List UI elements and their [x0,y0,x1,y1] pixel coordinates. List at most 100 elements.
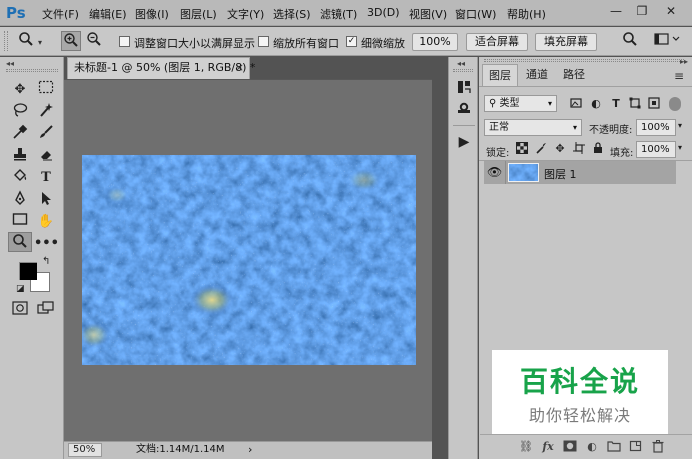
lock-transparent-pixels-icon[interactable] [515,142,529,156]
menu-view[interactable]: 视图(V) [409,6,447,22]
resize-windows-checkbox[interactable] [119,36,130,47]
fill-field[interactable]: 100% [636,141,676,158]
pen-tool-icon[interactable] [8,190,32,210]
delete-layer-icon[interactable] [650,440,666,454]
default-colors-icon[interactable]: ◪ [16,284,25,294]
quick-mask-icon[interactable] [8,301,32,321]
strip-divider [453,125,475,126]
workspace-switcher-icon[interactable] [652,31,682,51]
swap-colors-icon[interactable]: ↰ [42,256,50,267]
panel-gap [432,57,448,459]
filter-toggle-switch[interactable] [669,97,681,111]
filter-smart-object-icon[interactable] [647,97,661,111]
lasso-tool-icon[interactable] [8,102,32,122]
percent-100-button[interactable]: 100% [412,33,458,51]
status-bar: 文档:1.14M/1.14M › [64,441,432,459]
search-icon[interactable] [620,31,640,51]
layer-filter-select[interactable]: ⚲ 类型 ▾ [484,95,557,112]
menu-window[interactable]: 窗口(W) [455,6,496,22]
zoom-level-field[interactable]: 50% [68,443,102,457]
marquee-tool-icon[interactable] [34,80,58,100]
toolbar-grip[interactable] [6,69,58,72]
menu-type[interactable]: 文字(Y) [227,6,264,22]
lock-image-pixels-icon[interactable] [534,142,548,156]
new-group-icon[interactable] [606,440,622,454]
history-panel-icon[interactable] [456,79,472,95]
paint-bucket-tool-icon[interactable] [8,168,32,188]
properties-panel-icon[interactable] [456,99,472,115]
lock-position-icon[interactable]: ✥ [553,142,567,156]
adjustment-layer-icon[interactable]: ◐ [584,440,600,454]
menu-edit[interactable]: 编辑(E) [89,6,127,22]
restore-button[interactable]: ❐ [630,2,654,20]
collapse-strip-icon[interactable]: ◂◂ [457,59,465,68]
tab-channels[interactable]: 通道 [519,64,555,86]
tabs-divider [479,86,692,87]
layer-thumbnail[interactable] [508,163,539,182]
tab-layers[interactable]: 图层 [482,64,518,86]
panel-menu-icon[interactable]: ≡ [674,69,684,83]
lock-all-icon[interactable] [591,142,605,156]
scrubby-zoom-checkbox[interactable]: ✓ [346,36,357,47]
add-mask-icon[interactable] [562,440,578,454]
opacity-field[interactable]: 100% [636,119,676,136]
grip-handle[interactable] [4,31,8,51]
move-tool-icon[interactable]: ✥ [8,80,32,100]
layer-name[interactable]: 图层 1 [544,166,577,182]
collapse-panel-icon[interactable]: ▸▸ [680,57,688,66]
zoom-in-icon[interactable] [61,31,81,51]
close-tab-icon[interactable]: × [235,58,244,78]
menu-image[interactable]: 图像(I) [135,6,169,22]
blend-mode-select[interactable]: 正常 ▾ [484,119,582,136]
type-tool-icon[interactable]: T [34,168,58,188]
fill-dropdown-arrow-icon[interactable]: ▾ [678,143,682,152]
new-layer-icon[interactable] [628,440,644,454]
filter-shape-icon[interactable] [628,97,642,111]
collapse-toolbar-icon[interactable]: ◂◂ [6,59,14,68]
scrubby-zoom-label: 细微缩放 [361,37,405,50]
document-size-info[interactable]: 文档:1.14M/1.14M [136,442,225,458]
strip-grip[interactable] [453,69,473,72]
tool-preset-dropdown-icon[interactable]: ▾ [38,38,42,47]
actions-play-icon[interactable]: ▶ [456,135,472,151]
quick-selection-tool-icon[interactable] [34,102,58,122]
hand-tool-icon[interactable]: ✋ [34,212,58,232]
document-tab[interactable]: 未标题-1 @ 50% (图层 1, RGB/8) * × [67,57,255,79]
menu-filter[interactable]: 滤镜(T) [320,6,357,22]
layer-row[interactable]: 👁 图层 1 [484,161,676,184]
fill-screen-button[interactable]: 填充屏幕 [535,33,597,51]
zoom-out-icon[interactable] [84,31,104,51]
menu-select[interactable]: 选择(S) [273,6,311,22]
fit-screen-button[interactable]: 适合屏幕 [466,33,528,51]
blend-dropdown-arrow-icon: ▾ [572,123,577,132]
stamp-tool-icon[interactable] [8,146,32,166]
visibility-eye-icon[interactable]: 👁 [487,166,502,178]
opacity-dropdown-arrow-icon[interactable]: ▾ [678,121,682,130]
zoom-tool-active-icon[interactable] [8,232,32,252]
filter-adjustment-icon[interactable]: ◐ [589,97,603,111]
more-tools-icon[interactable]: ••• [34,234,59,254]
document-image[interactable] [82,155,416,365]
menu-3d[interactable]: 3D(D) [367,6,400,19]
zoom-tool-icon[interactable] [16,31,36,51]
menu-file[interactable]: 文件(F) [42,6,79,22]
layer-style-fx-icon[interactable]: fx [540,440,556,454]
filter-type-icon[interactable]: T [609,97,623,111]
filter-pixel-icon[interactable] [569,97,583,111]
status-menu-arrow[interactable]: › [248,442,252,458]
zoom-all-windows-checkbox[interactable] [258,36,269,47]
close-window-button[interactable]: ✕ [659,2,683,20]
path-selection-tool-icon[interactable] [34,190,58,210]
link-layers-icon[interactable]: ⛓ [518,440,534,454]
lock-artboard-icon[interactable] [572,142,586,156]
minimize-button[interactable]: — [604,2,628,20]
panel-grip[interactable] [484,59,684,62]
eyedropper-tool-icon[interactable] [8,124,32,144]
tab-paths[interactable]: 路径 [556,64,592,86]
brush-tool-icon[interactable] [34,124,58,144]
menu-help[interactable]: 帮助(H) [507,6,546,22]
rectangle-tool-icon[interactable] [8,212,32,232]
screen-mode-icon[interactable] [34,301,58,321]
eraser-tool-icon[interactable] [34,146,58,166]
menu-layer[interactable]: 图层(L) [180,6,217,22]
